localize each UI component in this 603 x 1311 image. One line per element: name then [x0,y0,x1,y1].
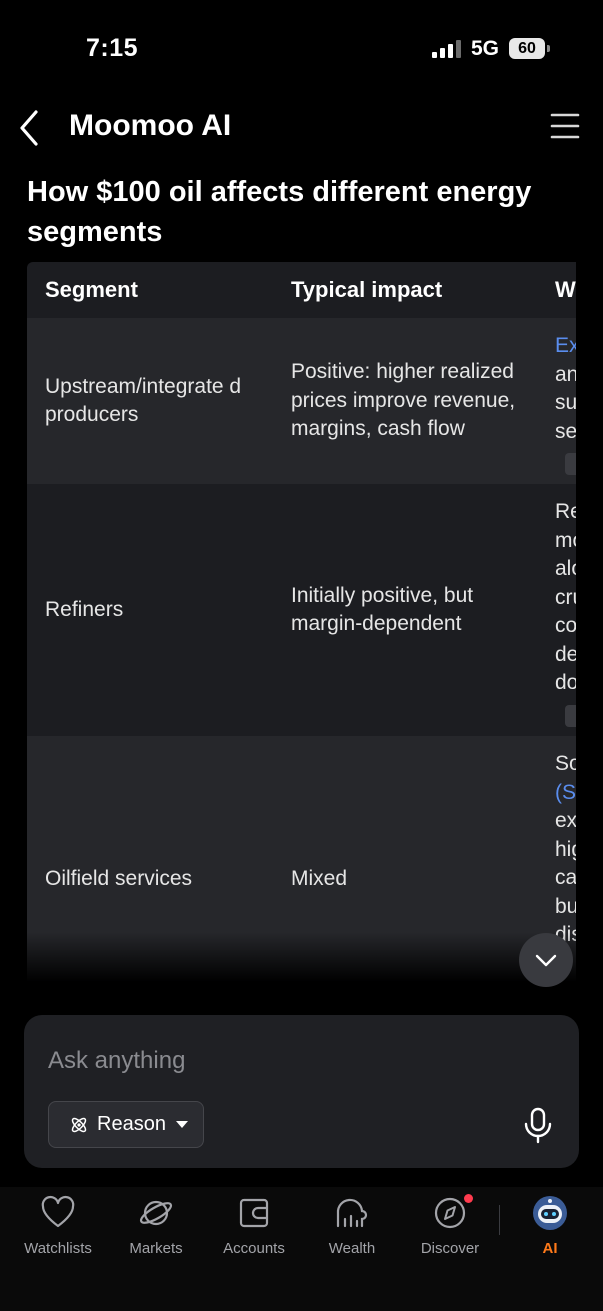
cell-line: So [555,752,576,775]
impact-text: Initially positive, but margin-dependent [291,583,474,636]
third-cell: Ex an su se [555,332,576,479]
segment-text: Upstream/integrate d producers [45,374,242,427]
cell-line: alo [555,557,576,580]
tab-watchlists[interactable]: Watchlists [9,1195,107,1257]
column-header-third: W [555,276,576,302]
atom-icon [71,1117,87,1132]
cell-line: Re [555,500,576,523]
cell-link[interactable]: Ex [555,332,576,361]
tab-wealth[interactable]: Wealth [303,1195,401,1257]
tab-label: Watchlists [24,1240,92,1257]
composer: Reason [24,1015,579,1168]
segment-text: Oilfield services [45,866,193,890]
table-header-row: Segment Typical impact W [27,262,576,318]
top-nav: Moomoo AI [0,100,603,156]
voice-input-button[interactable] [523,1107,553,1145]
back-button[interactable] [12,106,48,150]
heart-icon [41,1195,75,1228]
segment-cell: Upstream/integrate d producers [45,318,245,484]
elephant-chart-icon [336,1198,368,1228]
tab-ai[interactable]: AI [501,1195,599,1257]
cell-line: se [555,419,576,443]
citation-chip[interactable] [565,453,576,476]
table-row: Refiners Initially positive, but margin-… [27,484,576,736]
segment-text: Refiners [45,597,124,621]
cell-link[interactable]: (Sl [555,779,576,808]
impact-cell: Positive: higher realized prices improve… [291,318,521,484]
microphone-icon [524,1107,552,1144]
tab-label: Accounts [223,1240,285,1257]
cell-line: do [555,671,576,694]
chevron-left-icon [20,110,38,146]
impact-text: Mixed [291,866,348,890]
tab-accounts[interactable]: Accounts [205,1195,303,1257]
table-row: Upstream/integrate d producers Positive:… [27,318,576,484]
cell-line: bu [555,894,576,918]
caret-down-icon [175,1121,188,1128]
planet-icon [139,1200,173,1226]
impact-text: Positive: higher realized prices improve… [291,360,516,441]
cell-line: hig [555,837,576,861]
segment-cell: Refiners [45,484,245,736]
tab-label: Wealth [328,1240,376,1257]
compass-icon [434,1197,466,1229]
signal-icon [432,40,462,58]
menu-button[interactable] [549,112,581,140]
third-cell: Re mo alo cru co de do [555,498,576,730]
cell-line: ex [555,809,576,832]
hamburger-menu-icon [550,113,580,139]
impact-table[interactable]: Segment Typical impact W Upstream/integr… [27,262,576,982]
battery-tip [547,45,550,52]
cell-line: ca [555,866,576,889]
tab-divider [499,1205,500,1235]
tab-markets[interactable]: Markets [107,1195,205,1257]
wallet-icon [239,1198,269,1228]
robot-avatar-icon [533,1196,567,1230]
tab-label: Discover [420,1240,480,1257]
column-header-impact: Typical impact [291,276,443,302]
tab-discover[interactable]: Discover [401,1194,499,1257]
cell-line: mo [555,528,576,552]
cell-line: co [555,614,576,637]
cell-line: an [555,362,576,386]
cell-line: de [555,642,576,666]
answer-heading: How $100 oil affects different energy se… [27,176,532,248]
reason-label: Reason [97,1113,166,1135]
impact-cell: Initially positive, but margin-dependent [291,484,521,736]
notification-dot [464,1194,473,1203]
page-title: Moomoo AI [69,109,232,142]
tab-label: Markets [129,1240,183,1257]
battery-icon: 60 [509,38,545,59]
reason-toggle-button[interactable]: Reason [48,1101,204,1148]
bottom-tab-bar: Watchlists Markets Accounts Wealth Disco… [0,1187,603,1311]
scroll-fade [27,932,576,982]
citation-chip[interactable] [565,704,576,727]
cell-line: su [555,391,576,414]
status-bar: 7:15 5G 60 [0,0,603,90]
column-header-segment: Segment [45,276,138,302]
ask-input[interactable] [48,1041,488,1081]
network-label: 5G [471,37,500,60]
scroll-to-bottom-button[interactable] [519,933,573,987]
status-time: 7:15 [86,34,139,62]
cell-line: cru [555,585,576,609]
app-screen: 7:15 5G 60 Moomoo AI How $100 oil affect… [0,0,603,1311]
tab-label-active: AI [542,1240,558,1257]
chevron-down-icon [535,954,557,967]
